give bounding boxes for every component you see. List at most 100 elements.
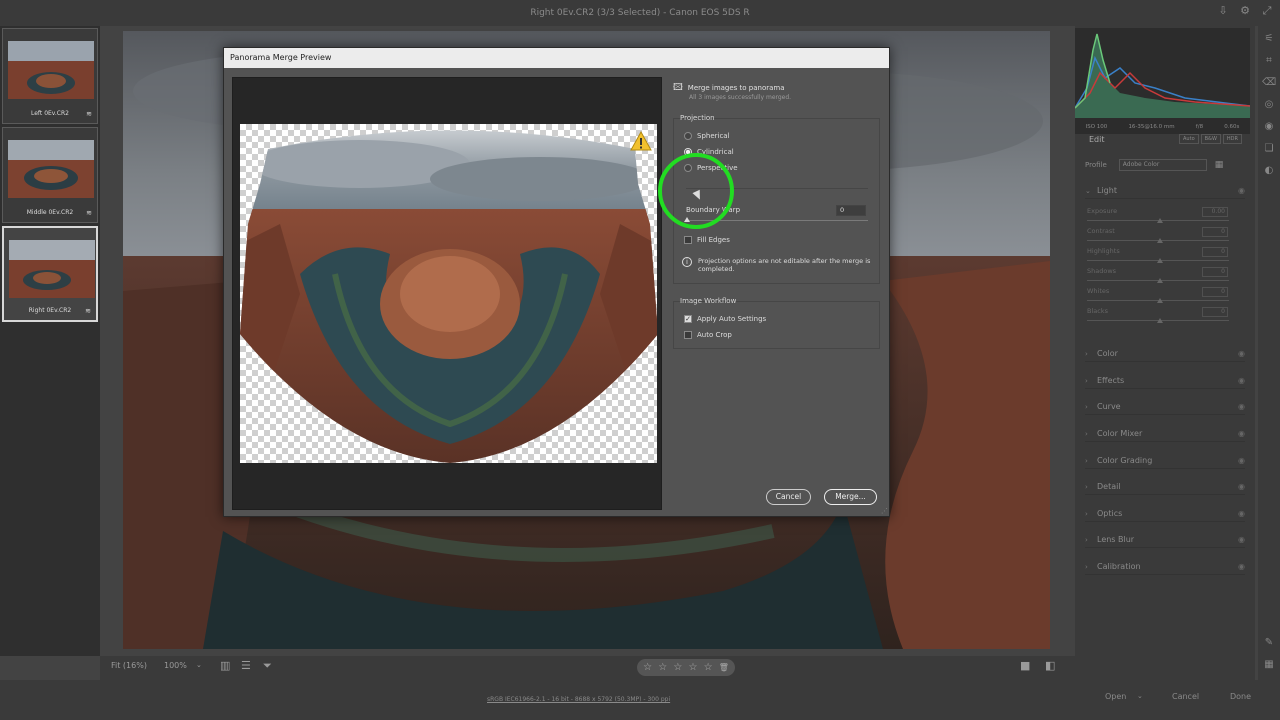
section-color-grading[interactable]: › Color Grading ◉ (1085, 453, 1245, 469)
bw-button[interactable]: B&W (1200, 134, 1221, 144)
radio-spherical[interactable]: Spherical (684, 132, 730, 140)
apply-auto-settings-checkbox[interactable]: ✓ Apply Auto Settings (684, 315, 766, 323)
slider-value[interactable]: 0 (1202, 227, 1228, 237)
resize-grip-icon[interactable]: ⋰ (881, 507, 888, 515)
slider-knob[interactable] (1157, 238, 1163, 243)
star-icon[interactable]: ☆ (658, 662, 667, 673)
slider-knob[interactable] (1157, 298, 1163, 303)
slider-value[interactable]: 0 (1202, 287, 1228, 297)
slider-value[interactable]: 0 (1202, 247, 1228, 257)
slider-value[interactable]: 0 (1202, 307, 1228, 317)
section-calibration[interactable]: › Calibration ◉ (1085, 559, 1245, 575)
eye-icon[interactable]: ◉ (1238, 562, 1245, 571)
slider-knob[interactable] (1157, 258, 1163, 263)
expand-icon[interactable]: ⤢ (1260, 4, 1274, 18)
checkbox-label: Fill Edges (697, 236, 730, 244)
filter-icon[interactable]: ⏷ (263, 659, 272, 673)
eyedropper-icon[interactable]: ✎ (1262, 636, 1276, 650)
star-icon[interactable]: ☆ (704, 662, 713, 673)
filmstrip-thumb-middle[interactable]: Middle 0Ev.CR2 ≋ (2, 127, 98, 223)
slider-whites[interactable]: Whites 0 (1087, 287, 1242, 307)
checkbox-indicator[interactable] (684, 331, 692, 339)
slider-highlights[interactable]: Highlights 0 (1087, 247, 1242, 267)
workflow-options-link[interactable]: sRGB IEC61966-2.1 - 16 bit - 8688 x 5792… (487, 696, 670, 703)
zoom-percent-select[interactable]: 100% (164, 661, 187, 670)
cancel-button[interactable]: Cancel (766, 489, 811, 505)
redeye-icon[interactable]: ◉ (1262, 120, 1276, 134)
eye-icon[interactable]: ◉ (1238, 535, 1245, 544)
section-optics[interactable]: › Optics ◉ (1085, 506, 1245, 522)
boundary-warp-value[interactable]: 0 (836, 205, 866, 216)
auto-crop-checkbox[interactable]: Auto Crop (684, 331, 732, 339)
section-label: Color Grading (1097, 456, 1153, 465)
section-light[interactable]: ⌄ Light ◉ (1085, 183, 1245, 199)
title-bar: Right 0Ev.CR2 (3/3 Selected) - Canon EOS… (0, 0, 1280, 26)
auto-button[interactable]: Auto (1179, 134, 1199, 144)
settings-icon[interactable]: ⚙ (1238, 4, 1252, 18)
slider-value[interactable]: 0.00 (1202, 207, 1228, 217)
section-effects[interactable]: › Effects ◉ (1085, 373, 1245, 389)
eraser-icon[interactable]: ⌫ (1262, 76, 1276, 90)
section-curve[interactable]: › Curve ◉ (1085, 399, 1245, 415)
edit-sliders-icon[interactable]: ⚟ (1262, 32, 1276, 46)
eye-icon[interactable]: ◉ (1238, 376, 1245, 385)
chevron-down-icon[interactable]: ⌄ (1137, 692, 1143, 700)
section-lens-blur[interactable]: › Lens Blur ◉ (1085, 532, 1245, 548)
filmstrip-thumb-right[interactable]: Right 0Ev.CR2 ≋ (2, 226, 98, 322)
filmstrip-thumb-left[interactable]: Left 0Ev.CR2 ≋ (2, 28, 98, 124)
chevron-right-icon: › (1085, 482, 1088, 491)
slider-knob[interactable] (1157, 318, 1163, 323)
slider-knob[interactable] (1157, 278, 1163, 283)
eye-icon[interactable]: ◉ (1238, 456, 1245, 465)
checkbox-indicator[interactable]: ✓ (684, 315, 692, 323)
single-view-icon[interactable]: ■ (1020, 659, 1030, 672)
slider-contrast[interactable]: Contrast 0 (1087, 227, 1242, 247)
eye-icon[interactable]: ◉ (1238, 482, 1245, 491)
star-icon[interactable]: ☆ (643, 662, 652, 673)
bottom-toolbar: Fit (16%) 100% ⌄ ▥ ☰ ⏷ ☆ ☆ ☆ ☆ ☆ 🗑 ■ ◧ (100, 656, 1075, 680)
trash-icon[interactable]: 🗑 (719, 663, 729, 672)
compare-view-icon[interactable]: ◧ (1045, 659, 1055, 672)
hdr-button[interactable]: HDR (1222, 134, 1242, 144)
radio-indicator[interactable] (684, 132, 692, 140)
export-icon[interactable]: ⇩ (1216, 4, 1230, 18)
checkbox-indicator[interactable] (684, 236, 692, 244)
masking-icon[interactable]: ◎ (1262, 98, 1276, 112)
slider-shadows[interactable]: Shadows 0 (1087, 267, 1242, 287)
thumbnail-image (9, 240, 95, 298)
eye-icon[interactable]: ◉ (1238, 402, 1245, 411)
section-color[interactable]: › Color ◉ (1085, 346, 1245, 362)
open-button[interactable]: Open (1105, 692, 1126, 701)
cancel-main-button[interactable]: Cancel (1172, 692, 1199, 701)
eye-icon[interactable]: ◉ (1238, 509, 1245, 518)
dialog-title: Panorama Merge Preview (224, 48, 889, 68)
chevron-down-icon[interactable]: ⌄ (196, 661, 202, 669)
section-detail[interactable]: › Detail ◉ (1085, 479, 1245, 495)
slider-exposure[interactable]: Exposure 0.00 (1087, 207, 1242, 227)
eye-icon[interactable]: ◉ (1238, 349, 1245, 358)
merge-button[interactable]: Merge... (824, 489, 877, 505)
eye-icon[interactable]: ◉ (1238, 186, 1245, 195)
zoom-fit-button[interactable]: Fit (16%) (111, 661, 147, 670)
snapshots-icon[interactable]: ◐ (1262, 164, 1276, 178)
profile-browser-icon[interactable]: ▦ (1215, 160, 1224, 170)
done-button[interactable]: Done (1230, 692, 1251, 701)
panorama-icon: 🖾 (673, 83, 683, 93)
slider-value[interactable]: 0 (1202, 267, 1228, 277)
crop-icon[interactable]: ⌗ (1262, 54, 1276, 68)
fill-edges-checkbox[interactable]: Fill Edges (684, 236, 730, 244)
sort-icon[interactable]: ☰ (241, 659, 251, 672)
star-icon[interactable]: ☆ (688, 662, 697, 673)
edit-header: Edit Auto B&W HDR (1075, 127, 1250, 151)
star-rating[interactable]: ☆ ☆ ☆ ☆ ☆ 🗑 (637, 659, 735, 676)
eye-icon[interactable]: ◉ (1238, 429, 1245, 438)
presets-icon[interactable]: ❏ (1262, 142, 1276, 156)
section-color-mixer[interactable]: › Color Mixer ◉ (1085, 426, 1245, 442)
star-icon[interactable]: ☆ (673, 662, 682, 673)
section-label: Color (1097, 349, 1118, 358)
slider-knob[interactable] (1157, 218, 1163, 223)
filmstrip-toggle-icon[interactable]: ▥ (220, 659, 230, 672)
profile-select[interactable]: Adobe Color (1118, 159, 1207, 171)
slider-blacks[interactable]: Blacks 0 (1087, 307, 1242, 327)
grid-icon[interactable]: ▦ (1262, 658, 1276, 672)
